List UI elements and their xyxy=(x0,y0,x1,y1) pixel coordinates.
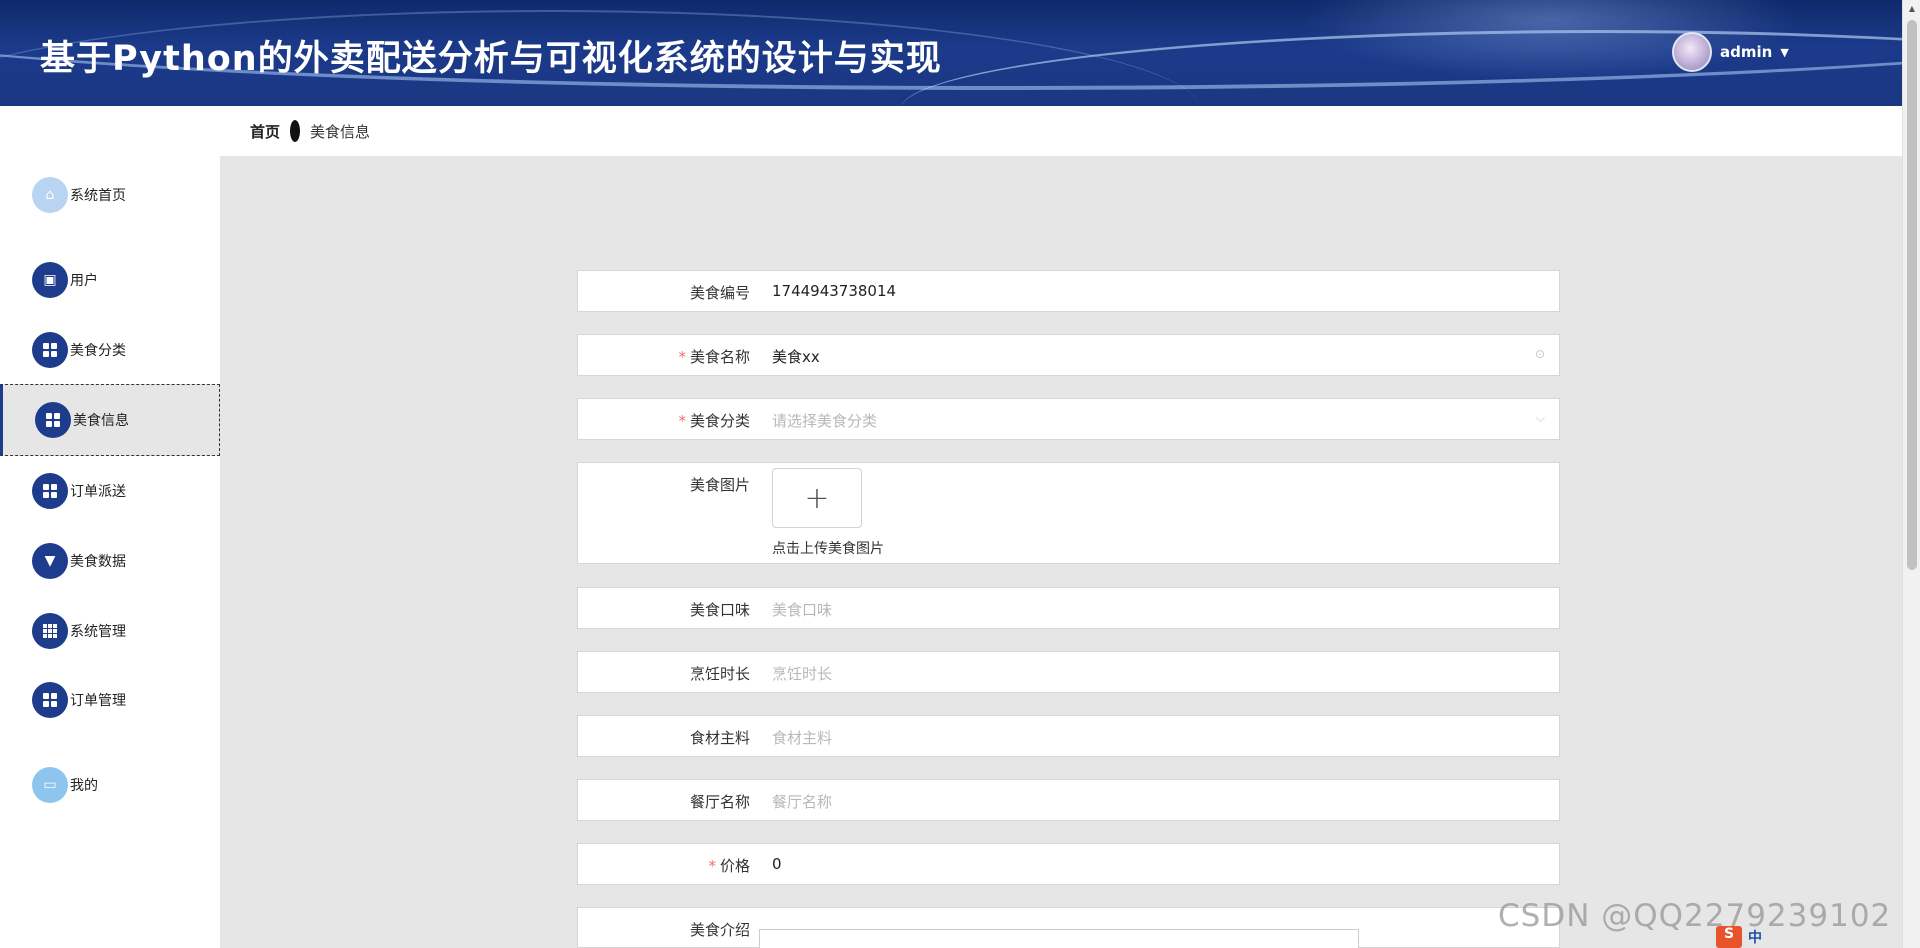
upload-tip: 点击上传美食图片 xyxy=(772,541,884,557)
sidebar-item-label: 美食信息 xyxy=(73,413,129,429)
sidebar-item-label: 系统首页 xyxy=(70,188,126,204)
ime-toolbar[interactable]: S 中 xyxy=(1716,926,1762,948)
sidebar-item-label: 系统管理 xyxy=(70,624,126,640)
food-category-placeholder: 请选择美食分类 xyxy=(772,412,878,430)
cook-time-label: 烹饪时长 xyxy=(689,665,750,683)
grid-icon xyxy=(32,473,68,509)
sidebar-item-label: 美食分类 xyxy=(70,343,126,359)
required-mark: * xyxy=(678,348,686,366)
form-row-food-id: 美食编号 1744943738014 xyxy=(577,270,1560,312)
price-label: 价格 xyxy=(719,857,750,875)
main-content: 美食编号 1744943738014 * 美食名称 美食xx ⊙ * 美食分类 请选择… xyxy=(220,156,1902,948)
sidebar-item-system[interactable]: 系统管理 xyxy=(0,596,220,666)
chevron-down-icon[interactable]: ⌵ xyxy=(1536,411,1545,426)
ime-mode[interactable]: 中 xyxy=(1748,927,1762,947)
breadcrumb-current: 美食信息 xyxy=(310,122,371,141)
breadcrumb: 首页 美食信息 xyxy=(220,106,1902,156)
home-icon: ⌂ xyxy=(32,177,68,213)
plus-icon: + xyxy=(804,480,830,516)
app-title: 基于Python的外卖配送分析与可视化系统的设计与实现 xyxy=(40,39,942,79)
required-mark: * xyxy=(678,412,686,430)
food-name-value: 美食xx xyxy=(772,348,820,366)
ingredients-label: 食材主料 xyxy=(689,729,750,747)
sidebar-item-mine[interactable]: ▭ 我的 xyxy=(0,750,220,820)
sidebar-item-label: 订单管理 xyxy=(70,693,126,709)
sidebar-item-food-data[interactable]: ▼ 美食数据 xyxy=(0,526,220,596)
clear-icon[interactable]: ⊙ xyxy=(1535,347,1545,361)
flavor-input[interactable]: 美食口味 xyxy=(772,588,1559,620)
grid-icon xyxy=(32,332,68,368)
sidebar-item-label: 我的 xyxy=(70,778,98,794)
top-header: 基于Python的外卖配送分析与可视化系统的设计与实现 admin ▼ xyxy=(0,0,1902,106)
grid-icon xyxy=(35,402,71,438)
sidebar-item-label: 美食数据 xyxy=(70,554,126,570)
food-id-value: 1744943738014 xyxy=(772,282,897,300)
food-id-label: 美食编号 xyxy=(689,284,750,302)
food-name-label: 美食名称 xyxy=(689,348,750,366)
food-category-label: 美食分类 xyxy=(689,412,750,430)
flavor-label: 美食口味 xyxy=(689,601,750,619)
restaurant-label: 餐厅名称 xyxy=(689,793,750,811)
table-icon xyxy=(32,613,68,649)
breadcrumb-home[interactable]: 首页 xyxy=(250,121,280,142)
sidebar-item-users[interactable]: ▣ 用户 xyxy=(0,245,220,315)
data-icon: ▼ xyxy=(32,543,68,579)
required-mark: * xyxy=(708,857,716,875)
form-row-food-name[interactable]: * 美食名称 美食xx ⊙ xyxy=(577,334,1560,376)
sidebar-item-food-info[interactable]: 美食信息 xyxy=(0,384,220,456)
sidebar-item-label: 订单派送 xyxy=(70,484,126,500)
food-image-label: 美食图片 xyxy=(689,476,750,494)
form-row-flavor[interactable]: 美食口味 美食口味 xyxy=(577,587,1560,629)
sidebar-item-label: 用户 xyxy=(70,273,98,289)
food-category-select[interactable]: 请选择美食分类 ⌵ xyxy=(772,399,1559,431)
form-row-food-category[interactable]: * 美食分类 请选择美食分类 ⌵ xyxy=(577,398,1560,440)
image-upload-button[interactable]: + xyxy=(772,468,862,528)
sidebar-item-food-category[interactable]: 美食分类 xyxy=(0,315,220,385)
avatar[interactable] xyxy=(1672,32,1712,72)
username[interactable]: admin xyxy=(1720,43,1772,61)
cook-time-input[interactable]: 烹饪时长 xyxy=(772,652,1559,684)
breadcrumb-separator-icon xyxy=(290,120,301,142)
sidebar: ⌂ 系统首页 ▣ 用户 美食分类 美食信息 订单派送 ▼ 美食数据 系统管理 订… xyxy=(0,106,220,948)
profile-icon: ▭ xyxy=(32,767,68,803)
ingredients-input[interactable]: 食材主料 xyxy=(772,716,1559,748)
sogou-icon[interactable]: S xyxy=(1716,926,1742,948)
sidebar-item-home[interactable]: ⌂ 系统首页 xyxy=(0,160,220,230)
food-name-input[interactable]: 美食xx ⊙ xyxy=(772,335,1559,367)
scroll-up-icon[interactable]: ▲ xyxy=(1903,0,1920,17)
intro-label: 美食介绍 xyxy=(689,921,750,939)
form-row-ingredients[interactable]: 食材主料 食材主料 xyxy=(577,715,1560,757)
price-input[interactable]: 0 xyxy=(772,844,1559,873)
grid-icon xyxy=(32,682,68,718)
form-row-price[interactable]: * 价格 0 xyxy=(577,843,1560,885)
sidebar-item-delivery[interactable]: 订单派送 xyxy=(0,456,220,526)
sidebar-item-orders[interactable]: 订单管理 xyxy=(0,665,220,735)
form-row-food-image: 美食图片 + 点击上传美食图片 xyxy=(577,462,1560,564)
watermark: CSDN @QQ2279239102 xyxy=(1498,898,1892,934)
restaurant-input[interactable]: 餐厅名称 xyxy=(772,780,1559,812)
form-row-cook-time[interactable]: 烹饪时长 烹饪时长 xyxy=(577,651,1560,693)
user-icon: ▣ xyxy=(32,262,68,298)
scrollbar[interactable]: ▲ xyxy=(1902,0,1920,948)
scrollbar-thumb[interactable] xyxy=(1907,20,1917,570)
caret-down-icon[interactable]: ▼ xyxy=(1780,46,1788,59)
rich-text-toolbar[interactable] xyxy=(759,929,1359,948)
user-menu[interactable]: admin ▼ xyxy=(1672,32,1789,72)
form-row-restaurant[interactable]: 餐厅名称 餐厅名称 xyxy=(577,779,1560,821)
